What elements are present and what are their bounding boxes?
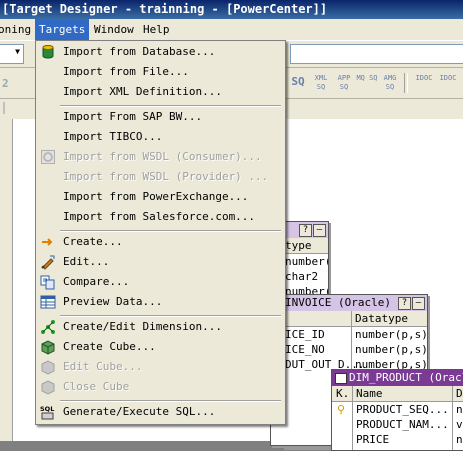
menu-bar: oning Targets Window Help xyxy=(0,19,463,41)
menu-help[interactable]: Help xyxy=(139,19,174,40)
menu-item-create[interactable]: Create... xyxy=(36,232,283,252)
menu-item-preview-data[interactable]: Preview Data... xyxy=(36,292,283,312)
menu-item-import-from-salesforce[interactable]: Import from Salesforce.com... xyxy=(36,207,283,227)
column-name: ICE_ID xyxy=(285,328,325,341)
menu-item-import-from-file[interactable]: Import from File... xyxy=(36,62,283,82)
column-header-name: Name xyxy=(356,387,383,400)
menu-item-create-cube[interactable]: Create Cube... xyxy=(36,337,283,357)
table-row[interactable]: number(p,s) xyxy=(283,254,328,269)
table-row[interactable]: ICE_ID number(p,s) xyxy=(271,327,427,342)
navigator-pane xyxy=(0,119,13,441)
amg-sq-icon[interactable]: AMG SQ xyxy=(379,74,401,96)
menu-item-close-cube: Close Cube xyxy=(36,377,283,397)
edit-cube-icon xyxy=(41,360,55,375)
column-name: ICE_NO xyxy=(285,343,325,356)
minimize-button[interactable]: – xyxy=(313,224,326,237)
dimension-icon xyxy=(41,320,55,334)
column-datatype: v xyxy=(456,418,463,431)
menu-item-edit-cube: Edit Cube... xyxy=(36,357,283,377)
edit-icon xyxy=(41,255,55,270)
chevron-down-icon[interactable]: ▼ xyxy=(15,47,20,56)
table-row[interactable]: ⚲ PRODUCT_SEQ... n xyxy=(332,402,463,417)
column-header-key: K. xyxy=(336,387,350,400)
idoc-icon-2[interactable]: IDOC xyxy=(437,74,459,96)
column-name: PRODUCT_NAM... xyxy=(356,418,449,431)
svg-text:SQL: SQL xyxy=(40,405,54,413)
targets-dropdown-menu: Import from Database... Import from File… xyxy=(35,40,286,425)
toolbar-fragment-label: 2 xyxy=(2,77,9,90)
column-header-type: type xyxy=(285,239,312,252)
close-cube-icon xyxy=(41,380,55,395)
window-title-bar: [Target Designer - trainning - [PowerCen… xyxy=(0,0,463,19)
help-button[interactable]: ? xyxy=(398,297,411,310)
target-table-first-title: ? – xyxy=(283,222,328,238)
menu-item-import-xml-definition[interactable]: Import XML Definition... xyxy=(36,82,283,102)
menu-targets[interactable]: Targets xyxy=(35,19,90,40)
dim-product-title: DIM_PRODUCT (Oracle) xyxy=(349,371,463,384)
mq-sq-icon[interactable]: MQ SQ xyxy=(356,74,378,96)
menu-window[interactable]: Window xyxy=(90,19,138,40)
menu-versioning[interactable]: oning xyxy=(0,19,35,40)
column-name: PRODUCT_SEQ... xyxy=(356,403,449,416)
key-icon: ⚲ xyxy=(337,403,346,416)
app-sq-icon[interactable]: APP SQ xyxy=(333,74,355,96)
idoc-icon[interactable]: IDOC xyxy=(413,74,435,96)
dim-product-title-bar: DIM_PRODUCT (Oracle) xyxy=(332,370,463,386)
sql-icon: SQL xyxy=(40,405,54,420)
table-row[interactable]: PRICE n xyxy=(332,432,463,447)
column-datatype: n xyxy=(456,403,463,416)
toolbar-separator xyxy=(404,73,408,93)
create-arrow-icon xyxy=(42,238,53,246)
toolbar-grip xyxy=(3,102,13,114)
table-row[interactable]: char2 xyxy=(283,269,328,284)
column-header: Datatype xyxy=(271,311,427,327)
menu-item-import-wsdl-consumer: Import from WSDL (Consumer)... xyxy=(36,147,283,167)
xml-sq-icon[interactable]: XML SQ xyxy=(310,74,332,96)
menu-item-compare[interactable]: Compare... xyxy=(36,272,283,292)
help-button[interactable]: ? xyxy=(299,224,312,237)
minimize-button[interactable]: – xyxy=(412,297,425,310)
menu-item-create-edit-dimension[interactable]: Create/Edit Dimension... xyxy=(36,317,283,337)
invoice-title: INVOICE (Oracle) xyxy=(285,296,391,309)
preview-data-icon xyxy=(40,295,56,309)
table-row[interactable]: PRODUCT_NAM... v xyxy=(332,417,463,432)
column-name: PRICE xyxy=(356,433,390,446)
column-datatype: number(p,s) xyxy=(355,343,427,356)
folder-combo[interactable]: ▼ xyxy=(0,44,24,64)
column-datatype: n xyxy=(456,433,463,446)
column-datatype: number(p,s) xyxy=(355,328,427,341)
menu-item-import-tibco[interactable]: Import TIBCO... xyxy=(36,127,283,147)
wsdl-icon xyxy=(41,150,55,164)
menu-item-generate-execute-sql[interactable]: SQL Generate/Execute SQL... xyxy=(36,402,283,422)
target-table-dim-product[interactable]: DIM_PRODUCT (Oracle) K. Name D ⚲ PRODUCT… xyxy=(331,369,463,451)
compare-icon xyxy=(40,275,55,290)
menu-item-edit[interactable]: Edit... xyxy=(36,252,283,272)
table-icon xyxy=(335,373,347,384)
menu-item-import-wsdl-provider: Import from WSDL (Provider) ... xyxy=(63,170,269,183)
column-header-datatype: Datatype xyxy=(355,312,408,325)
menu-item-import-from-sap-bw[interactable]: Import From SAP BW... xyxy=(36,107,283,127)
search-combo[interactable] xyxy=(290,44,463,64)
column-header: type xyxy=(283,238,328,254)
cube-icon xyxy=(41,340,55,355)
invoice-title-bar: INVOICE (Oracle) ? – xyxy=(271,295,427,311)
sq-icon[interactable]: SQ xyxy=(287,76,309,98)
menu-item-import-from-powerexchange[interactable]: Import from PowerExchange... xyxy=(36,187,283,207)
database-icon xyxy=(42,45,54,59)
column-header-d: D xyxy=(456,387,463,400)
window-title: [Target Designer - trainning - [PowerCen… xyxy=(2,2,328,16)
menu-item-import-from-database[interactable]: Import from Database... xyxy=(36,42,283,62)
table-row[interactable]: ICE_NO number(p,s) xyxy=(271,342,427,357)
